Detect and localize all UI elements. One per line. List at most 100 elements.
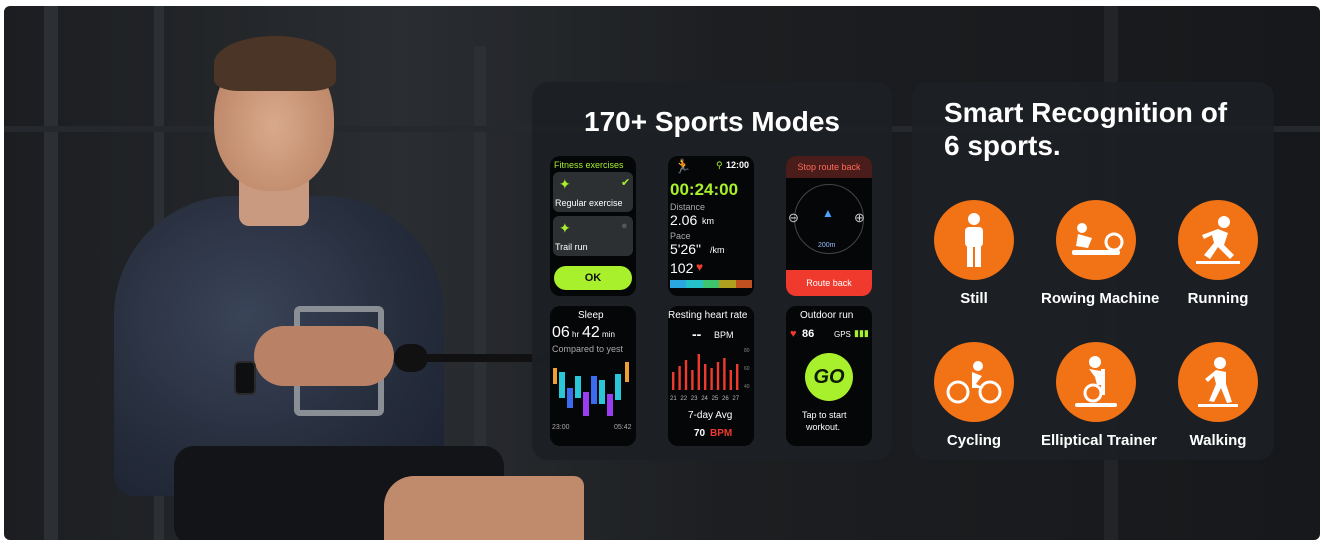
- navigation-arrow-icon: ▲: [822, 206, 834, 220]
- distance-unit: km: [702, 216, 714, 226]
- pace-value: 5'26": [670, 241, 702, 257]
- stop-route-button[interactable]: Stop route back: [786, 156, 872, 178]
- sport-cycling: Cycling: [919, 342, 1029, 449]
- minutes-unit: min: [602, 330, 615, 339]
- item-label: Trail run: [555, 242, 588, 252]
- zoom-in-icon[interactable]: ⊕: [854, 210, 865, 226]
- running-person-icon: [1178, 200, 1258, 280]
- sport-label: Still: [960, 290, 988, 307]
- heart-rate-title: Resting heart rate: [668, 310, 748, 321]
- sport-label: Walking: [1189, 432, 1247, 449]
- ok-button[interactable]: OK: [554, 266, 632, 290]
- heart-rate-value: --: [692, 326, 702, 342]
- elliptical-trainer-icon: [1056, 342, 1136, 422]
- title-line-2: 6 sports.: [944, 130, 1061, 161]
- list-item[interactable]: ✦ ● Trail run: [553, 216, 633, 256]
- elapsed-time: 00:24:00: [670, 180, 739, 199]
- panel-title: Smart Recognition of 6 sports.: [944, 96, 1264, 162]
- workout-label: workout.: [806, 422, 841, 432]
- athlete-photo: [4, 6, 604, 540]
- sleep-end: 05:42: [614, 424, 632, 431]
- heart-icon: ♥: [790, 328, 797, 340]
- heart-rate-bar: [716, 362, 720, 390]
- sport-label: Running: [1187, 290, 1249, 307]
- watch-screen-timer: 🏃 ⚲ 12:00 00:24:00 Distance 2.06 km Pace…: [668, 156, 754, 296]
- standing-person-icon: [934, 200, 1014, 280]
- sport-label: Elliptical Trainer: [1041, 432, 1157, 449]
- heart-rate-bar: [691, 370, 694, 390]
- smart-recognition-panel: Smart Recognition of 6 sports. Still Row…: [912, 82, 1274, 460]
- location-icon: ⚲: [716, 160, 723, 170]
- walking-person-icon: [1178, 342, 1258, 422]
- panel-title: 170+ Sports Modes: [584, 106, 840, 137]
- sport-elliptical-trainer: Elliptical Trainer: [1041, 342, 1157, 449]
- hours-unit: hr: [572, 330, 580, 339]
- heart-rate-bar: [729, 370, 732, 390]
- value-tick-label: 80: [744, 348, 750, 354]
- screen-header: Fitness exercises: [554, 160, 624, 170]
- day-tick-label: 24: [701, 396, 708, 402]
- go-button[interactable]: GO: [805, 353, 853, 401]
- watch-screen-sleep: Sleep 06 hr 42 min Compared to yest 23:0…: [550, 306, 636, 446]
- sport-running: Running: [1163, 200, 1273, 307]
- heart-rate-bar: [736, 364, 739, 390]
- day-tick-label: 22: [680, 396, 687, 402]
- radio-icon: ●: [621, 220, 628, 232]
- sleep-start: 23:00: [552, 424, 570, 431]
- day-tick-label: 25: [712, 396, 719, 402]
- check-icon: ✔: [621, 177, 631, 189]
- day-tick-label: 21: [670, 396, 677, 402]
- pace-label: Pace: [670, 231, 691, 241]
- list-item[interactable]: ✦ ✔ Regular exercise: [553, 172, 633, 212]
- gps-label: GPS: [834, 330, 851, 339]
- outdoor-title: Outdoor run: [800, 310, 854, 321]
- heart-rate-unit: BPM: [714, 330, 734, 340]
- watch-screen-fitness: Fitness exercises ✦ ✔ Regular exercise ✦…: [550, 156, 636, 296]
- avg-value: 70: [694, 428, 706, 439]
- heart-rate-bar: [672, 372, 675, 390]
- athlete-hair: [214, 36, 336, 91]
- sleep-compare: Compared to yest: [552, 344, 624, 354]
- distance-value: 2.06: [670, 212, 698, 228]
- avg-unit: BPM: [710, 428, 733, 439]
- day-tick-label: 23: [691, 396, 698, 402]
- athlete-hands: [254, 326, 394, 386]
- route-back-button[interactable]: Route back: [786, 270, 872, 296]
- sleep-title: Sleep: [578, 310, 604, 321]
- cycling-icon: [934, 342, 1014, 422]
- tap-label: Tap to start: [802, 410, 847, 420]
- exercise-icon: ✦: [559, 176, 571, 192]
- heart-rate-bar: [684, 360, 688, 390]
- sport-walking: Walking: [1163, 342, 1273, 449]
- sleep-chart: [553, 358, 633, 422]
- sport-still: Still: [919, 200, 1029, 307]
- running-icon: 🏃: [674, 158, 692, 174]
- heart-rate-bar: [678, 366, 681, 390]
- trail-run-icon: ✦: [559, 220, 571, 236]
- watch-screen-route: Stop route back ⊖ ⊕ ▲ 200m Route back: [786, 156, 872, 296]
- sport-label: Cycling: [946, 432, 1002, 449]
- map-scale: 200m: [818, 242, 836, 249]
- heart-rate-bar: [723, 358, 726, 390]
- heart-rate-bar: [710, 368, 713, 390]
- watch-screen-outdoor-run: Outdoor run ♥ 86 GPS ▮▮▮ GO Tap to start…: [786, 306, 872, 446]
- clock: 12:00: [726, 160, 750, 170]
- outdoor-heart: 86: [802, 328, 815, 340]
- smartwatch: [234, 361, 256, 395]
- item-label: Regular exercise: [555, 198, 623, 208]
- gps-signal-icon: ▮▮▮: [854, 328, 869, 338]
- sleep-hours: 06: [552, 324, 570, 341]
- avg-label: 7-day Avg: [688, 410, 733, 421]
- heart-rate-chart: 21 22 23 24 25 26 27 80 60 40: [670, 348, 750, 402]
- value-tick-label: 40: [744, 384, 750, 390]
- sports-modes-panel: 170+ Sports Modes Fitness exercises ✦ ✔ …: [532, 82, 892, 460]
- cable-knob: [394, 344, 428, 372]
- title-line-1: Smart Recognition of: [944, 97, 1228, 128]
- heart-rate-bar: [697, 354, 700, 390]
- day-tick-label: 27: [732, 396, 739, 402]
- heart-icon: ♥: [696, 260, 704, 274]
- heart-rate-bar: [704, 364, 707, 390]
- pace-unit: /km: [710, 245, 725, 255]
- zoom-out-icon[interactable]: ⊖: [788, 210, 799, 226]
- rowing-machine-icon: [1056, 200, 1136, 280]
